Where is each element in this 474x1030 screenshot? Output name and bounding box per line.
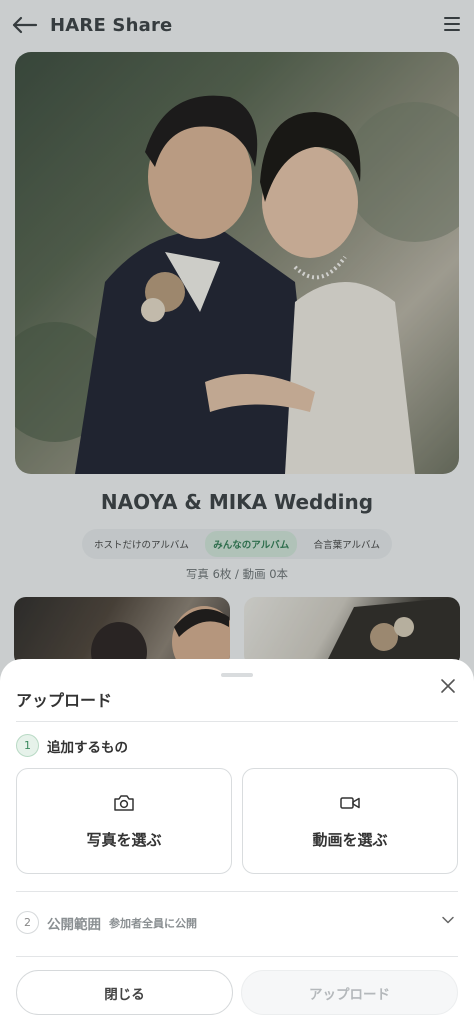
visibility-value: 参加者全員に公開 [109,916,197,930]
upload-sheet: アップロード 1 追加するもの 写真を選ぶ 動画を選ぶ 2 公開範囲 参加者全員… [0,659,474,1030]
upload-button[interactable]: アップロード [241,970,458,1015]
close-button[interactable]: 閉じる [16,970,233,1015]
divider [16,721,458,722]
step-label: 追加するもの [47,739,128,756]
cover-photo [15,52,459,474]
choose-video-button[interactable]: 動画を選ぶ [242,768,458,874]
video-camera-icon [339,793,361,813]
tab-host-album[interactable]: ホストだけのアルバム [86,531,197,557]
hamburger-menu-icon[interactable] [444,17,460,31]
album-tabs: ホストだけのアルバム みんなのアルバム 合言葉アルバム [82,529,392,559]
media-counts: 写真 6枚 / 動画 0本 [185,567,289,581]
camera-icon [113,793,135,813]
divider [16,891,458,892]
app-header: HARE Share [0,0,474,50]
choose-video-label: 動画を選ぶ [312,830,388,849]
step-visibility[interactable]: 2 公開範囲 参加者全員に公開 [16,911,197,934]
tab-everyone-album[interactable]: みんなのアルバム [205,531,298,557]
choose-photo-label: 写真を選ぶ [86,830,162,849]
step-number: 2 [16,911,39,934]
sheet-title: アップロード [16,691,113,710]
back-arrow-icon[interactable] [12,15,38,35]
app-title: HARE Share [50,14,173,36]
choose-photo-button[interactable]: 写真を選ぶ [16,768,232,874]
event-title: NAOYA & MIKA Wedding [100,490,374,514]
divider [16,956,458,957]
chevron-down-icon[interactable] [441,913,455,927]
close-icon[interactable] [438,676,458,696]
tab-passphrase-album[interactable]: 合言葉アルバム [306,531,388,557]
step-what-to-add: 1 追加するもの [16,734,128,757]
album-thumbnail[interactable] [244,597,460,667]
sheet-handle[interactable] [221,673,253,677]
album-thumbnail[interactable] [14,597,230,667]
step-number: 1 [16,734,39,757]
step-label: 公開範囲 [47,916,101,933]
